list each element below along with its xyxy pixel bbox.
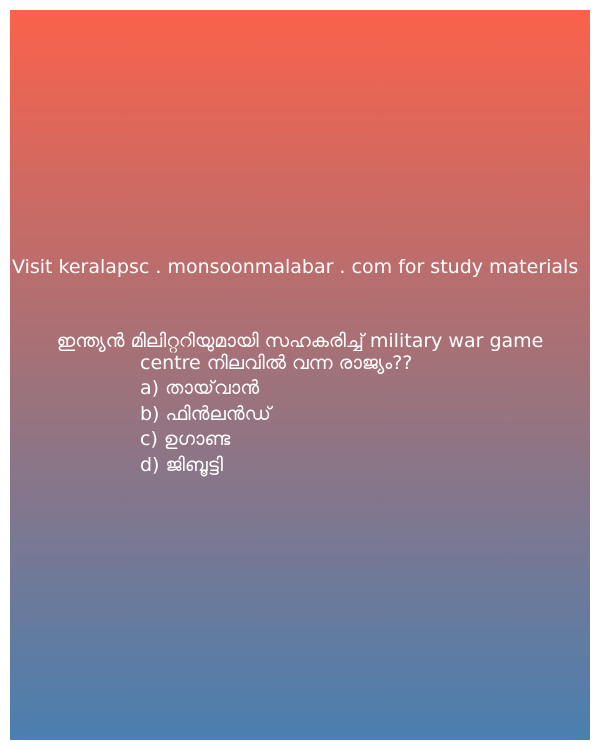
answer-options: a) തായ്‌വാൻ b) ഫിൻലൻഡ് c) ഉഗാണ്ട d) ജിബൂ… — [140, 376, 271, 478]
quiz-card: Visit keralapsc . monsoonmalabar . com f… — [10, 10, 590, 740]
option-c: c) ഉഗാണ്ട — [140, 428, 231, 450]
question-line-2: centre നിലവിൽ വന്ന രാജ്യം?? — [140, 352, 413, 374]
question-line-1: ഇന്ത്യൻ മിലിറ്ററിയുമായി സഹകരിച്ച് milita… — [56, 330, 544, 352]
option-b: b) ഫിൻലൻഡ് — [140, 402, 271, 425]
site-promo-text: Visit keralapsc . monsoonmalabar . com f… — [12, 256, 579, 278]
option-a: a) തായ്‌വാൻ — [140, 377, 260, 399]
option-d: d) ജിബൂട്ടി — [140, 453, 223, 476]
